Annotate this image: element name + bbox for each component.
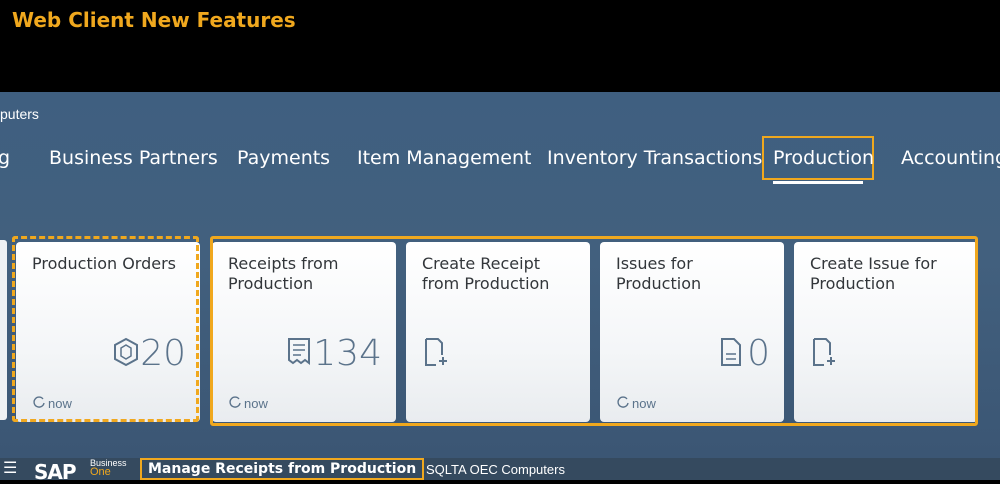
hamburger-menu-icon[interactable]: ☰ [3,461,17,477]
app-title: Manage Receipts from Production [140,458,425,480]
tile-partial[interactable] [0,240,7,420]
banner-title: Web Client New Features [12,8,296,32]
highlight-frame-solid [210,236,978,426]
highlight-frame-dashed [12,236,199,422]
sap-logo[interactable]: SAP [34,460,77,484]
nav-item-business-partners[interactable]: Business Partners [49,147,218,169]
nav-item-production[interactable]: Production [773,147,874,169]
sap-logo-one: One [90,466,111,478]
video-banner: Web Client New Features [0,0,1000,92]
launchpad-shell: puters g Business Partners Payments Item… [0,92,1000,458]
shell-bar: ☰ SAP Business One Manage Receipts from … [0,458,1000,484]
database-name: SQLTA OEC Computers [426,462,565,477]
nav-item-accounting[interactable]: Accounting [901,147,1000,169]
nav-item-partial[interactable]: g [0,147,10,169]
nav-item-inventory-transactions[interactable]: Inventory Transactions [547,147,762,169]
nav-item-item-management[interactable]: Item Management [357,147,531,169]
nav-item-payments[interactable]: Payments [237,147,330,169]
nav-active-underline [773,181,863,184]
sap-logo-subtitle: Business One [90,459,127,478]
company-name: puters [0,106,39,122]
